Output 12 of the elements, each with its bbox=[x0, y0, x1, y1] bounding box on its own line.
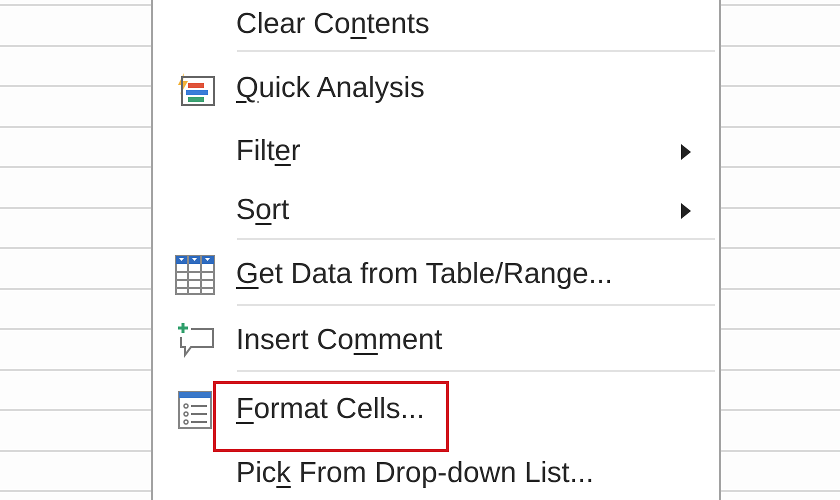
menu-item[interactable]: Filter bbox=[153, 120, 719, 178]
menu-item[interactable]: Pick From Drop-down List... bbox=[153, 442, 719, 500]
submenu-arrow-icon bbox=[681, 203, 691, 219]
menu-item[interactable]: Get Data from Table/Range... bbox=[153, 240, 719, 304]
format-cells-icon bbox=[178, 391, 212, 429]
menu-item[interactable]: Sort bbox=[153, 178, 719, 238]
submenu-arrow-icon bbox=[681, 144, 691, 160]
menu-item[interactable]: Insert Comment bbox=[153, 306, 719, 370]
menu-item[interactable]: Format Cells... bbox=[153, 372, 719, 442]
menu-item[interactable]: Clear Contents bbox=[153, 0, 719, 50]
table-icon bbox=[174, 255, 214, 295]
menu-item[interactable]: Quick Analysis bbox=[153, 52, 719, 120]
